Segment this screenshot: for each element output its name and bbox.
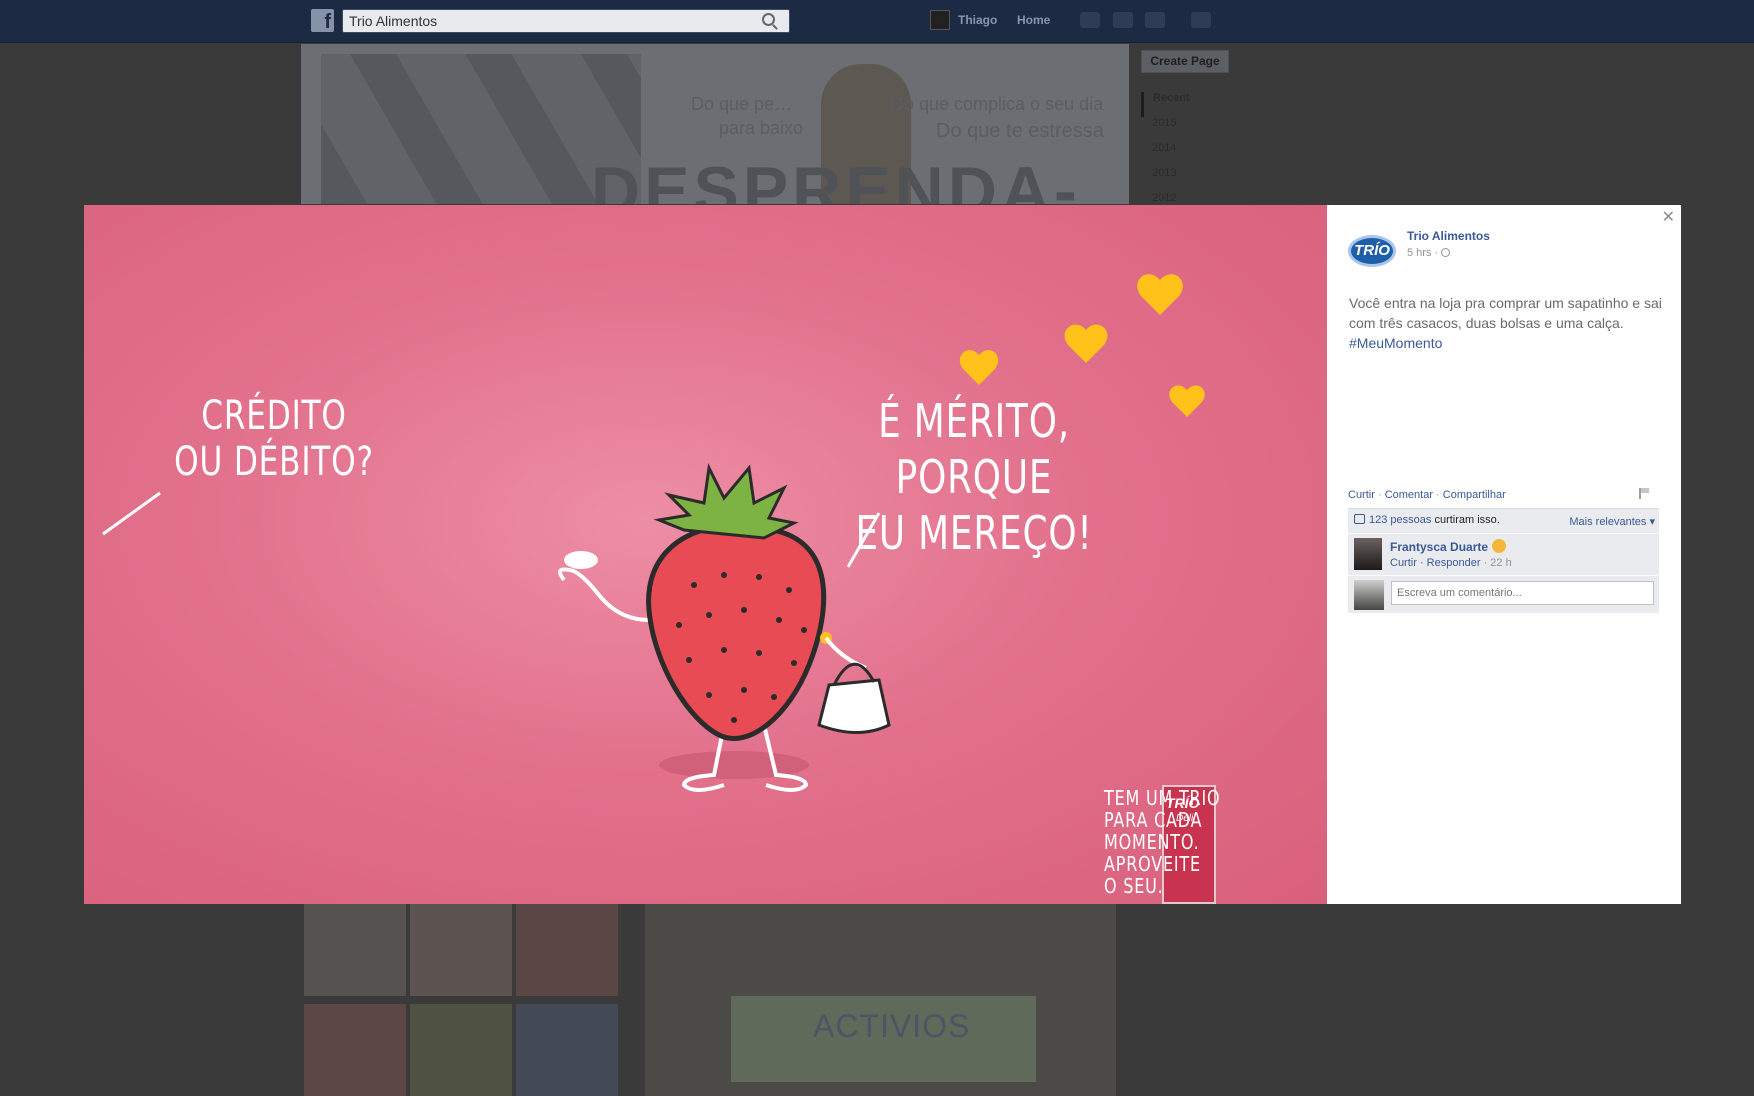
photo-thumbnail[interactable] <box>304 904 406 996</box>
photo-viewer-sidebar: ✕ TRÍO Trio Alimentos 5 hrs · Você entra… <box>1327 205 1681 904</box>
background-cover-photo: Do que pe… para baixo Do que complica o … <box>301 44 1129 204</box>
facebook-logo-icon[interactable]: f <box>311 9 334 33</box>
current-user-avatar <box>1354 580 1384 610</box>
timeline-item-2015[interactable]: 2015 <box>1141 117 1190 142</box>
photo-thumbnail[interactable] <box>516 1004 618 1096</box>
settings-menu-icon[interactable] <box>1191 12 1211 28</box>
comment-link[interactable]: Comentar <box>1385 489 1433 501</box>
timeline-item-recent[interactable]: Recent <box>1141 92 1190 117</box>
photo-slogan: TEM UM TRIO PARA CADA MOMENTO. APROVEITE… <box>1104 786 1221 898</box>
user-avatar[interactable] <box>930 10 950 30</box>
cover-line: Do que pe… <box>691 94 793 114</box>
write-comment-row <box>1348 575 1659 613</box>
product-brand-text: ACTIVIOS <box>813 1008 971 1044</box>
timeline-item-2014[interactable]: 2014 <box>1141 142 1190 167</box>
timeline-item-2013[interactable]: 2013 <box>1141 167 1190 192</box>
share-link[interactable]: Compartilhar <box>1443 489 1506 501</box>
globe-icon <box>1441 248 1451 257</box>
search-input[interactable] <box>343 10 743 32</box>
comment-meta: Curtir · Responder · 22 h <box>1390 557 1512 569</box>
photo-thumbnail[interactable] <box>410 904 512 996</box>
likes-count-link[interactable]: 123 pessoas <box>1369 514 1431 526</box>
page-avatar[interactable]: TRÍO <box>1348 235 1396 267</box>
photo-caption-right: É MÉRITO, PORQUE EU MEREÇO! <box>855 394 1093 560</box>
flag-icon[interactable] <box>1639 488 1649 499</box>
nav-user-name[interactable]: Thiago <box>958 13 997 27</box>
timeline-year-list: Recent 2015 2014 2013 2012 <box>1141 92 1190 217</box>
search-icon[interactable] <box>762 13 775 26</box>
commenter-avatar[interactable] <box>1354 538 1382 570</box>
cover-headline: DESPRENDA-SE <box>591 153 1081 204</box>
smile-emoji-icon <box>1492 539 1507 553</box>
search-box <box>342 9 790 33</box>
comment-item: Frantysca Duarte Curtir · Responder · 22… <box>1348 533 1659 575</box>
friend-requests-icon[interactable] <box>1080 12 1100 28</box>
photo-viewer-image[interactable]: CRÉDITO OU DÉBITO? É MÉRITO, PORQUE EU M… <box>84 205 1327 904</box>
top-navigation-bar: f Thiago Home <box>0 0 1754 43</box>
likes-summary: 123 pessoas curtiram isso. Mais relevant… <box>1348 509 1659 533</box>
comment-input[interactable] <box>1391 581 1654 605</box>
photo-caption-left: CRÉDITO OU DÉBITO? <box>174 393 374 485</box>
like-link[interactable]: Curtir <box>1348 489 1375 501</box>
post-actions: Curtir · Comentar · Compartilhar <box>1348 489 1506 501</box>
close-icon[interactable]: ✕ <box>1662 207 1675 227</box>
photo-thumbnail[interactable] <box>304 1004 406 1096</box>
cover-line: Do que complica o seu dia <box>891 94 1104 114</box>
photo-thumbnail[interactable] <box>516 904 618 996</box>
hashtag-link[interactable]: #MeuMomento <box>1349 335 1442 351</box>
sort-comments-dropdown[interactable]: Mais relevantes ▾ <box>1569 515 1655 528</box>
photo-thumbnail[interactable] <box>410 1004 512 1096</box>
comment-like-link[interactable]: Curtir <box>1390 557 1417 569</box>
create-page-button[interactable]: Create Page <box>1141 50 1229 73</box>
post-timestamp[interactable]: 5 hrs · <box>1407 247 1451 259</box>
background-product-photo: ACTIVIOS <box>645 904 1116 1096</box>
post-text: Você entra na loja pra comprar um sapati… <box>1349 295 1662 351</box>
nav-home-link[interactable]: Home <box>1017 13 1050 27</box>
cover-line: Do que te estressa <box>936 120 1104 142</box>
cover-line: para baixo <box>719 118 804 138</box>
feedback-box: 123 pessoas curtiram isso. Mais relevant… <box>1348 508 1659 613</box>
left-speech-line <box>102 491 161 536</box>
messages-icon[interactable] <box>1113 12 1133 28</box>
thumbs-up-icon <box>1354 514 1365 524</box>
comment-reply-link[interactable]: Responder <box>1427 557 1481 569</box>
photo-thumbnail-grid <box>304 904 620 1096</box>
page-name-link[interactable]: Trio Alimentos <box>1407 229 1490 243</box>
notifications-icon[interactable] <box>1145 12 1165 28</box>
comment-author-link[interactable]: Frantysca Duarte <box>1390 539 1507 554</box>
